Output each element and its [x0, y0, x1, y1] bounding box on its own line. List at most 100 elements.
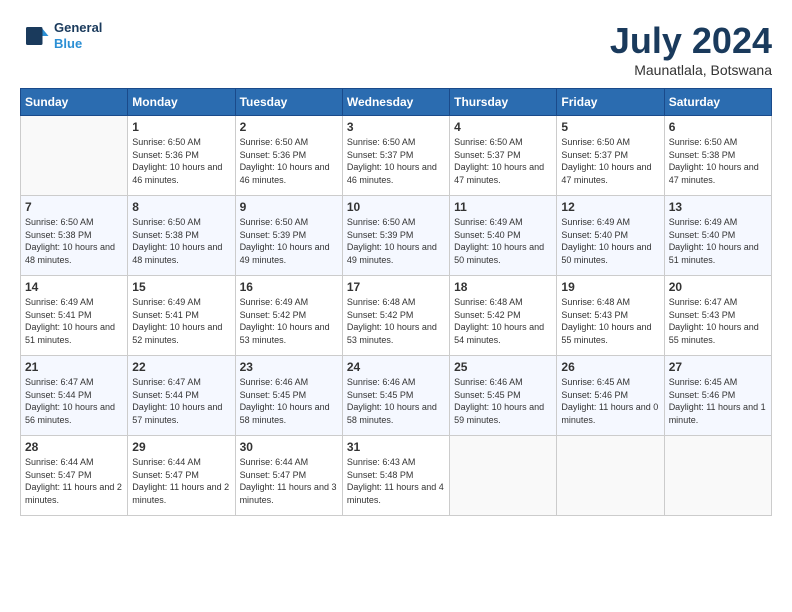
day-info: Sunrise: 6:49 AMSunset: 5:40 PMDaylight:… [669, 216, 767, 266]
calendar-week-row: 14 Sunrise: 6:49 AMSunset: 5:41 PMDayligh… [21, 276, 772, 356]
calendar-cell: 12 Sunrise: 6:49 AMSunset: 5:40 PMDayligh… [557, 196, 664, 276]
day-info: Sunrise: 6:47 AMSunset: 5:44 PMDaylight:… [25, 376, 123, 426]
calendar-cell: 31Sunrise: 6:43 AMSunset: 5:48 PMDayligh… [342, 436, 449, 516]
title-block: July 2024 Maunatlala, Botswana [610, 20, 772, 78]
logo-line1: General [54, 20, 102, 36]
day-number: 9 [240, 200, 338, 214]
day-number: 15 [132, 280, 230, 294]
day-info: Sunrise: 6:50 AMSunset: 5:39 PMDaylight:… [240, 216, 338, 266]
day-info: Sunrise: 6:50 AMSunset: 5:36 PMDaylight:… [240, 136, 338, 186]
calendar-cell: 9 Sunrise: 6:50 AMSunset: 5:39 PMDaylight… [235, 196, 342, 276]
day-info: Sunrise: 6:46 AMSunset: 5:45 PMDaylight:… [240, 376, 338, 426]
col-header-saturday: Saturday [664, 89, 771, 116]
calendar-week-row: 7 Sunrise: 6:50 AMSunset: 5:38 PMDaylight… [21, 196, 772, 276]
calendar-cell: 1 Sunrise: 6:50 AMSunset: 5:36 PMDaylight… [128, 116, 235, 196]
calendar-table: SundayMondayTuesdayWednesdayThursdayFrid… [20, 88, 772, 516]
day-info: Sunrise: 6:48 AMSunset: 5:42 PMDaylight:… [347, 296, 445, 346]
day-number: 16 [240, 280, 338, 294]
day-info: Sunrise: 6:49 AMSunset: 5:42 PMDaylight:… [240, 296, 338, 346]
calendar-week-row: 1 Sunrise: 6:50 AMSunset: 5:36 PMDaylight… [21, 116, 772, 196]
calendar-cell: 13 Sunrise: 6:49 AMSunset: 5:40 PMDayligh… [664, 196, 771, 276]
day-number: 28 [25, 440, 123, 454]
calendar-cell: 21 Sunrise: 6:47 AMSunset: 5:44 PMDayligh… [21, 356, 128, 436]
day-number: 11 [454, 200, 552, 214]
day-info: Sunrise: 6:47 AMSunset: 5:44 PMDaylight:… [132, 376, 230, 426]
logo-icon [20, 21, 50, 51]
calendar-cell: 6 Sunrise: 6:50 AMSunset: 5:38 PMDaylight… [664, 116, 771, 196]
day-number: 21 [25, 360, 123, 374]
calendar-cell: 30 Sunrise: 6:44 AMSunset: 5:47 PMDayligh… [235, 436, 342, 516]
col-header-sunday: Sunday [21, 89, 128, 116]
day-info: Sunrise: 6:49 AMSunset: 5:40 PMDaylight:… [454, 216, 552, 266]
day-number: 14 [25, 280, 123, 294]
calendar-cell: 24Sunrise: 6:46 AMSunset: 5:45 PMDayligh… [342, 356, 449, 436]
calendar-cell: 23 Sunrise: 6:46 AMSunset: 5:45 PMDayligh… [235, 356, 342, 436]
calendar-cell: 3Sunrise: 6:50 AMSunset: 5:37 PMDaylight… [342, 116, 449, 196]
calendar-cell: 11 Sunrise: 6:49 AMSunset: 5:40 PMDayligh… [450, 196, 557, 276]
day-info: Sunrise: 6:49 AMSunset: 5:40 PMDaylight:… [561, 216, 659, 266]
day-info: Sunrise: 6:48 AMSunset: 5:42 PMDaylight:… [454, 296, 552, 346]
logo: General Blue [20, 20, 102, 51]
col-header-thursday: Thursday [450, 89, 557, 116]
day-number: 1 [132, 120, 230, 134]
calendar-cell: 25 Sunrise: 6:46 AMSunset: 5:45 PMDayligh… [450, 356, 557, 436]
logo-text: General Blue [54, 20, 102, 51]
day-number: 23 [240, 360, 338, 374]
day-info: Sunrise: 6:50 AMSunset: 5:38 PMDaylight:… [669, 136, 767, 186]
col-header-friday: Friday [557, 89, 664, 116]
day-number: 29 [132, 440, 230, 454]
calendar-cell: 29 Sunrise: 6:44 AMSunset: 5:47 PMDayligh… [128, 436, 235, 516]
day-info: Sunrise: 6:45 AMSunset: 5:46 PMDaylight:… [669, 376, 767, 426]
col-header-tuesday: Tuesday [235, 89, 342, 116]
calendar-cell: 19Sunrise: 6:48 AMSunset: 5:43 PMDayligh… [557, 276, 664, 356]
day-info: Sunrise: 6:46 AMSunset: 5:45 PMDaylight:… [454, 376, 552, 426]
calendar-cell: 16 Sunrise: 6:49 AMSunset: 5:42 PMDayligh… [235, 276, 342, 356]
day-number: 25 [454, 360, 552, 374]
day-info: Sunrise: 6:46 AMSunset: 5:45 PMDaylight:… [347, 376, 445, 426]
day-number: 26 [561, 360, 659, 374]
day-number: 22 [132, 360, 230, 374]
day-number: 4 [454, 120, 552, 134]
calendar-cell [664, 436, 771, 516]
day-info: Sunrise: 6:50 AMSunset: 5:38 PMDaylight:… [25, 216, 123, 266]
calendar-cell: 10Sunrise: 6:50 AMSunset: 5:39 PMDayligh… [342, 196, 449, 276]
day-number: 27 [669, 360, 767, 374]
day-info: Sunrise: 6:49 AMSunset: 5:41 PMDaylight:… [132, 296, 230, 346]
day-info: Sunrise: 6:44 AMSunset: 5:47 PMDaylight:… [132, 456, 230, 506]
logo-line2: Blue [54, 36, 102, 52]
day-info: Sunrise: 6:50 AMSunset: 5:38 PMDaylight:… [132, 216, 230, 266]
day-info: Sunrise: 6:50 AMSunset: 5:39 PMDaylight:… [347, 216, 445, 266]
day-number: 19 [561, 280, 659, 294]
calendar-cell: 7 Sunrise: 6:50 AMSunset: 5:38 PMDaylight… [21, 196, 128, 276]
calendar-cell: 27 Sunrise: 6:45 AMSunset: 5:46 PMDayligh… [664, 356, 771, 436]
col-header-wednesday: Wednesday [342, 89, 449, 116]
day-info: Sunrise: 6:44 AMSunset: 5:47 PMDaylight:… [240, 456, 338, 506]
day-number: 31 [347, 440, 445, 454]
day-number: 6 [669, 120, 767, 134]
month-year-title: July 2024 [610, 20, 772, 62]
calendar-cell: 26Sunrise: 6:45 AMSunset: 5:46 PMDayligh… [557, 356, 664, 436]
day-number: 7 [25, 200, 123, 214]
day-number: 13 [669, 200, 767, 214]
day-number: 12 [561, 200, 659, 214]
day-number: 2 [240, 120, 338, 134]
day-number: 5 [561, 120, 659, 134]
page-header: General Blue July 2024 Maunatlala, Botsw… [20, 20, 772, 78]
day-number: 30 [240, 440, 338, 454]
day-number: 18 [454, 280, 552, 294]
calendar-cell: 17Sunrise: 6:48 AMSunset: 5:42 PMDayligh… [342, 276, 449, 356]
calendar-cell: 14Sunrise: 6:49 AMSunset: 5:41 PMDayligh… [21, 276, 128, 356]
day-info: Sunrise: 6:44 AMSunset: 5:47 PMDaylight:… [25, 456, 123, 506]
day-info: Sunrise: 6:50 AMSunset: 5:36 PMDaylight:… [132, 136, 230, 186]
calendar-cell: 15 Sunrise: 6:49 AMSunset: 5:41 PMDayligh… [128, 276, 235, 356]
day-number: 8 [132, 200, 230, 214]
calendar-cell: 2 Sunrise: 6:50 AMSunset: 5:36 PMDaylight… [235, 116, 342, 196]
day-info: Sunrise: 6:47 AMSunset: 5:43 PMDaylight:… [669, 296, 767, 346]
calendar-cell [557, 436, 664, 516]
calendar-cell: 4 Sunrise: 6:50 AMSunset: 5:37 PMDaylight… [450, 116, 557, 196]
calendar-week-row: 21 Sunrise: 6:47 AMSunset: 5:44 PMDayligh… [21, 356, 772, 436]
calendar-cell: 28 Sunrise: 6:44 AMSunset: 5:47 PMDayligh… [21, 436, 128, 516]
day-info: Sunrise: 6:50 AMSunset: 5:37 PMDaylight:… [454, 136, 552, 186]
calendar-cell [21, 116, 128, 196]
day-info: Sunrise: 6:50 AMSunset: 5:37 PMDaylight:… [561, 136, 659, 186]
